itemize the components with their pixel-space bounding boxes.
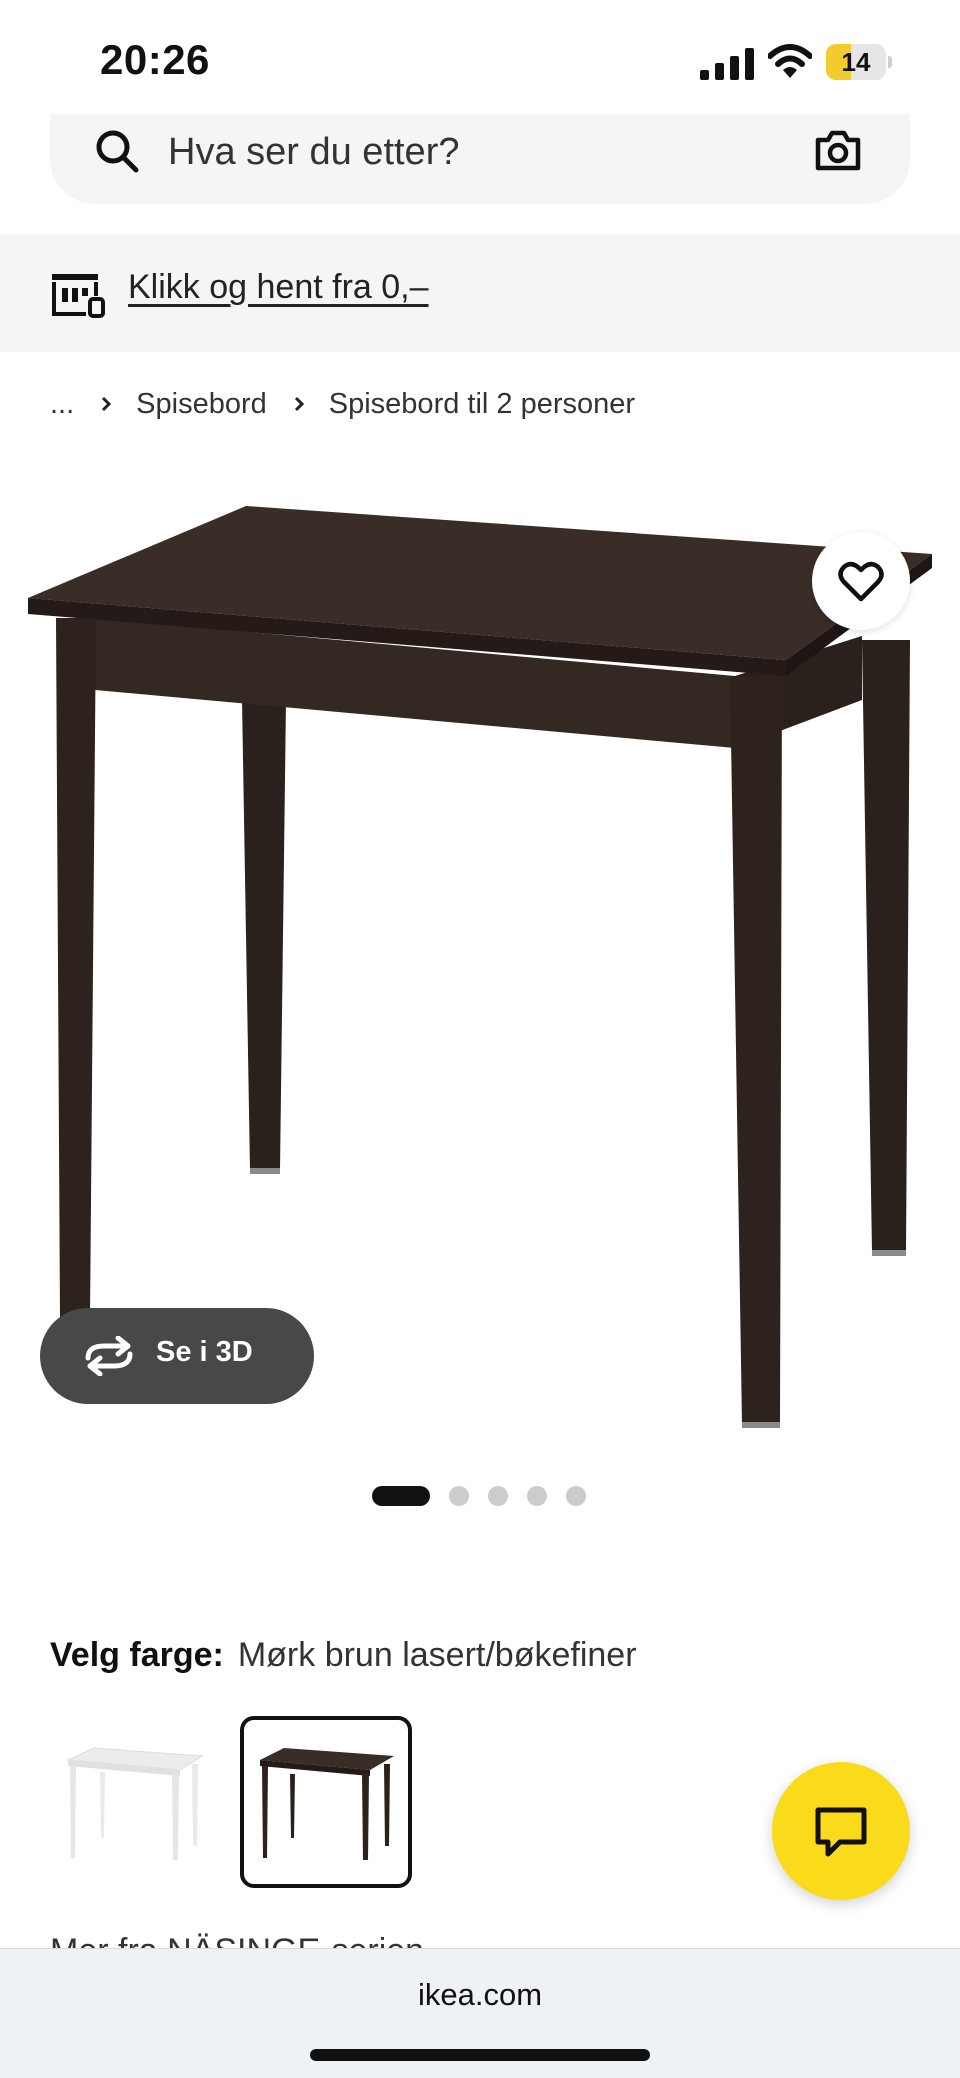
home-indicator[interactable] (310, 2049, 650, 2061)
see-3d-button[interactable]: Se i 3D (40, 1308, 314, 1404)
chat-icon (815, 1807, 867, 1857)
status-time: 20:26 (100, 36, 210, 83)
chat-button[interactable] (772, 1762, 910, 1900)
breadcrumb-item-spisebord-2-personer[interactable]: Spisebord til 2 personer (329, 388, 635, 421)
see-3d-label: Se i 3D (156, 1336, 253, 1368)
color-option-white[interactable] (50, 1716, 222, 1888)
chevron-right-icon (294, 396, 304, 412)
search-icon[interactable] (94, 128, 140, 174)
white-table-thumbnail (66, 1747, 204, 1860)
click-collect-banner[interactable]: Klikk og hent fra 0,– (0, 234, 960, 352)
breadcrumb-item-spisebord[interactable]: Spisebord (136, 388, 267, 421)
click-collect-link[interactable]: Klikk og hent fra 0,– (128, 268, 429, 307)
carousel-dot[interactable] (566, 1486, 586, 1506)
dark-brown-table-thumbnail (260, 1748, 394, 1860)
battery-percentage: 14 (841, 47, 871, 77)
chevron-right-icon (102, 396, 112, 412)
image-carousel-dots[interactable] (372, 1484, 586, 1508)
camera-icon[interactable] (814, 126, 862, 174)
product-image[interactable] (0, 470, 960, 1450)
cellular-signal-icon (700, 48, 754, 80)
store-icon (52, 274, 105, 318)
browser-address-bar[interactable]: ikea.com (0, 1948, 960, 2078)
status-bar: 20:26 14 (0, 0, 960, 118)
search-bar[interactable] (50, 114, 910, 204)
carousel-dot-active[interactable] (372, 1486, 430, 1506)
rotate-icon (85, 1336, 133, 1376)
breadcrumb-ellipsis[interactable]: ... (50, 388, 74, 421)
color-label: Velg farge: (50, 1636, 224, 1674)
search-input[interactable] (168, 122, 728, 182)
breadcrumb: ... Spisebord Spisebord til 2 personer (50, 382, 635, 426)
heart-icon (838, 561, 884, 602)
color-value: Mørk brun lasert/bøkefiner (237, 1636, 637, 1674)
carousel-dot[interactable] (488, 1486, 508, 1506)
url-text[interactable]: ikea.com (0, 1977, 960, 2013)
carousel-dot[interactable] (527, 1486, 547, 1506)
wifi-icon (768, 44, 812, 78)
battery-indicator: 14 (826, 44, 892, 80)
carousel-dot[interactable] (449, 1486, 469, 1506)
color-selector-heading: Velg farge: Mørk brun lasert/bøkefiner (50, 1636, 637, 1675)
color-option-dark-brown[interactable] (240, 1716, 412, 1888)
favorite-button[interactable] (812, 532, 910, 630)
